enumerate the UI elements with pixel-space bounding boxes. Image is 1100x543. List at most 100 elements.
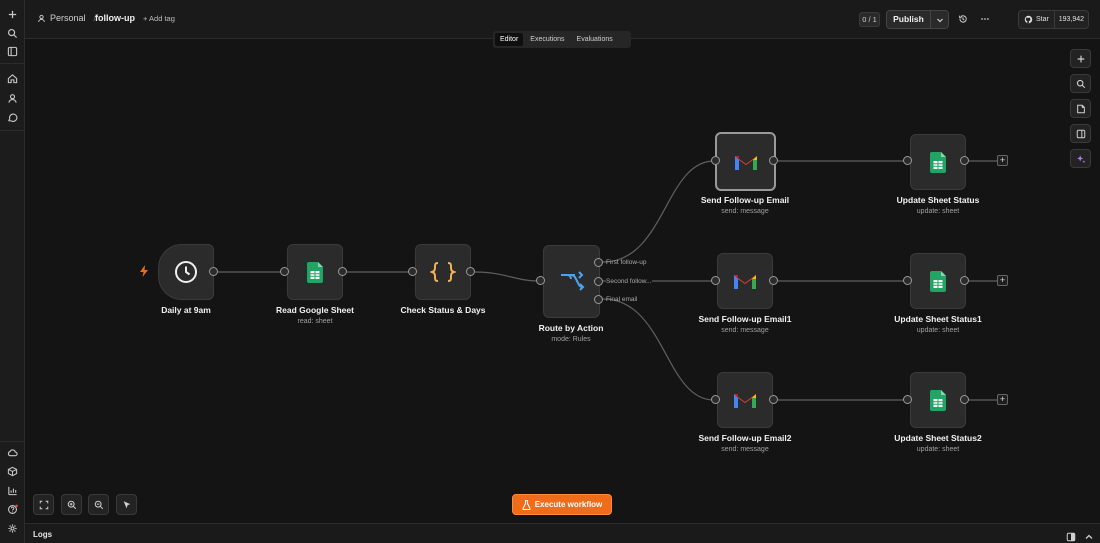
node-route-by-action[interactable] bbox=[543, 245, 600, 318]
node-read-google-sheet[interactable] bbox=[287, 244, 343, 300]
output-port[interactable] bbox=[769, 395, 778, 404]
workflow-name[interactable]: follow-up bbox=[95, 13, 135, 23]
output-port[interactable] bbox=[960, 156, 969, 165]
node-subtitle: send: message bbox=[721, 208, 769, 215]
project-name: Personal bbox=[50, 13, 86, 23]
add-node-button[interactable]: + bbox=[997, 155, 1008, 166]
output-port[interactable] bbox=[769, 156, 778, 165]
gmail-icon bbox=[734, 155, 757, 170]
input-port[interactable] bbox=[711, 156, 720, 165]
logs-panel-icon[interactable] bbox=[1066, 529, 1076, 542]
publish-label: Publish bbox=[887, 11, 931, 28]
zoom-out-icon bbox=[94, 500, 103, 509]
history-icon[interactable] bbox=[957, 13, 969, 25]
github-star-button[interactable]: Star 193,942 bbox=[1018, 10, 1089, 29]
node-title: Send Follow-up Email bbox=[700, 195, 790, 205]
node-update-sheet-status2[interactable] bbox=[910, 372, 966, 428]
input-port[interactable] bbox=[711, 276, 720, 285]
node-send-follow-up-email1[interactable] bbox=[717, 253, 773, 309]
input-port[interactable] bbox=[280, 267, 289, 276]
node-daily-trigger[interactable] bbox=[158, 244, 214, 300]
input-port[interactable] bbox=[903, 276, 912, 285]
home-icon[interactable] bbox=[0, 69, 25, 87]
output-port[interactable] bbox=[209, 267, 218, 276]
bar-chart-icon[interactable] bbox=[0, 481, 25, 499]
node-update-sheet-status1[interactable] bbox=[910, 253, 966, 309]
google-sheets-icon bbox=[930, 270, 946, 292]
node-title: Check Status & Days bbox=[400, 305, 486, 315]
output-port-first[interactable] bbox=[594, 258, 603, 267]
project-breadcrumb[interactable]: Personal / bbox=[37, 13, 96, 23]
execute-workflow-button[interactable]: Execute workflow bbox=[512, 494, 612, 515]
ai-assistant-button[interactable] bbox=[1070, 149, 1091, 168]
output-port[interactable] bbox=[769, 276, 778, 285]
node-title: Route by Action bbox=[538, 323, 604, 333]
logs-panel-bar[interactable]: Logs bbox=[25, 523, 1100, 543]
gmail-icon bbox=[734, 275, 756, 289]
node-subtitle: mode: Rules bbox=[551, 336, 591, 343]
zoom-in-button[interactable] bbox=[61, 494, 82, 515]
node-title: Update Sheet Status bbox=[896, 195, 980, 205]
panel-toggle-icon[interactable] bbox=[0, 42, 25, 60]
node-title: Send Follow-up Email2 bbox=[698, 433, 792, 443]
add-node-toolbar-button[interactable] bbox=[1070, 49, 1091, 68]
output-label-first: First follow-up bbox=[606, 259, 647, 266]
output-port[interactable] bbox=[466, 267, 475, 276]
execute-workflow-label: Execute workflow bbox=[534, 500, 603, 509]
logs-title: Logs bbox=[33, 530, 53, 539]
workflow-canvas[interactable]: Daily at 9am Read Google Sheet read: she… bbox=[25, 40, 1100, 523]
chat-icon[interactable] bbox=[0, 108, 25, 126]
settings-icon[interactable] bbox=[0, 519, 25, 537]
output-port[interactable] bbox=[338, 267, 347, 276]
node-title: Daily at 9am bbox=[161, 305, 211, 315]
plus-icon[interactable] bbox=[0, 5, 25, 23]
input-port[interactable] bbox=[536, 276, 545, 285]
node-send-follow-up-email2[interactable] bbox=[717, 372, 773, 428]
search-icon[interactable] bbox=[0, 24, 25, 42]
add-node-button[interactable]: + bbox=[997, 394, 1008, 405]
toggle-panel-button[interactable] bbox=[1070, 124, 1091, 143]
chevron-up-icon[interactable] bbox=[1084, 529, 1094, 539]
search-icon bbox=[1076, 79, 1085, 88]
node-send-follow-up-email[interactable] bbox=[715, 132, 776, 191]
fit-view-button[interactable] bbox=[33, 494, 54, 515]
github-icon bbox=[1024, 15, 1033, 24]
node-subtitle: update: sheet bbox=[916, 327, 960, 334]
chevron-down-icon[interactable] bbox=[931, 11, 948, 28]
node-title: Update Sheet Status2 bbox=[894, 433, 982, 443]
sticky-note-button[interactable] bbox=[1070, 99, 1091, 118]
more-options-icon[interactable] bbox=[979, 13, 991, 25]
node-update-sheet-status[interactable] bbox=[910, 134, 966, 190]
node-check-status[interactable] bbox=[415, 244, 471, 300]
input-port[interactable] bbox=[903, 395, 912, 404]
output-port[interactable] bbox=[960, 276, 969, 285]
plus-icon bbox=[1077, 55, 1084, 62]
search-nodes-button[interactable] bbox=[1070, 74, 1091, 93]
output-port[interactable] bbox=[960, 395, 969, 404]
add-tag-button[interactable]: + Add tag bbox=[143, 14, 175, 23]
code-braces-icon bbox=[430, 262, 456, 282]
node-subtitle: update: sheet bbox=[916, 446, 960, 453]
zoom-out-button[interactable] bbox=[88, 494, 109, 515]
github-star-count: 193,942 bbox=[1058, 16, 1085, 23]
help-icon[interactable] bbox=[0, 500, 25, 518]
cloud-icon[interactable] bbox=[0, 443, 25, 461]
google-sheets-icon bbox=[930, 389, 946, 411]
output-port-second[interactable] bbox=[594, 277, 603, 286]
pointer-mode-button[interactable] bbox=[116, 494, 137, 515]
trigger-bolt-icon bbox=[140, 265, 148, 277]
node-title: Send Follow-up Email1 bbox=[698, 314, 792, 324]
output-port-final[interactable] bbox=[594, 295, 603, 304]
input-port[interactable] bbox=[408, 267, 417, 276]
add-node-button[interactable]: + bbox=[997, 275, 1008, 286]
node-subtitle: update: sheet bbox=[916, 208, 960, 215]
active-counter: 0 / 1 bbox=[859, 12, 880, 27]
input-port[interactable] bbox=[711, 395, 720, 404]
input-port[interactable] bbox=[903, 156, 912, 165]
publish-button[interactable]: Publish bbox=[886, 10, 949, 29]
flask-icon bbox=[522, 499, 531, 510]
google-sheets-icon bbox=[307, 261, 323, 283]
user-icon[interactable] bbox=[0, 89, 25, 107]
package-icon[interactable] bbox=[0, 462, 25, 480]
google-sheets-icon bbox=[930, 151, 946, 173]
